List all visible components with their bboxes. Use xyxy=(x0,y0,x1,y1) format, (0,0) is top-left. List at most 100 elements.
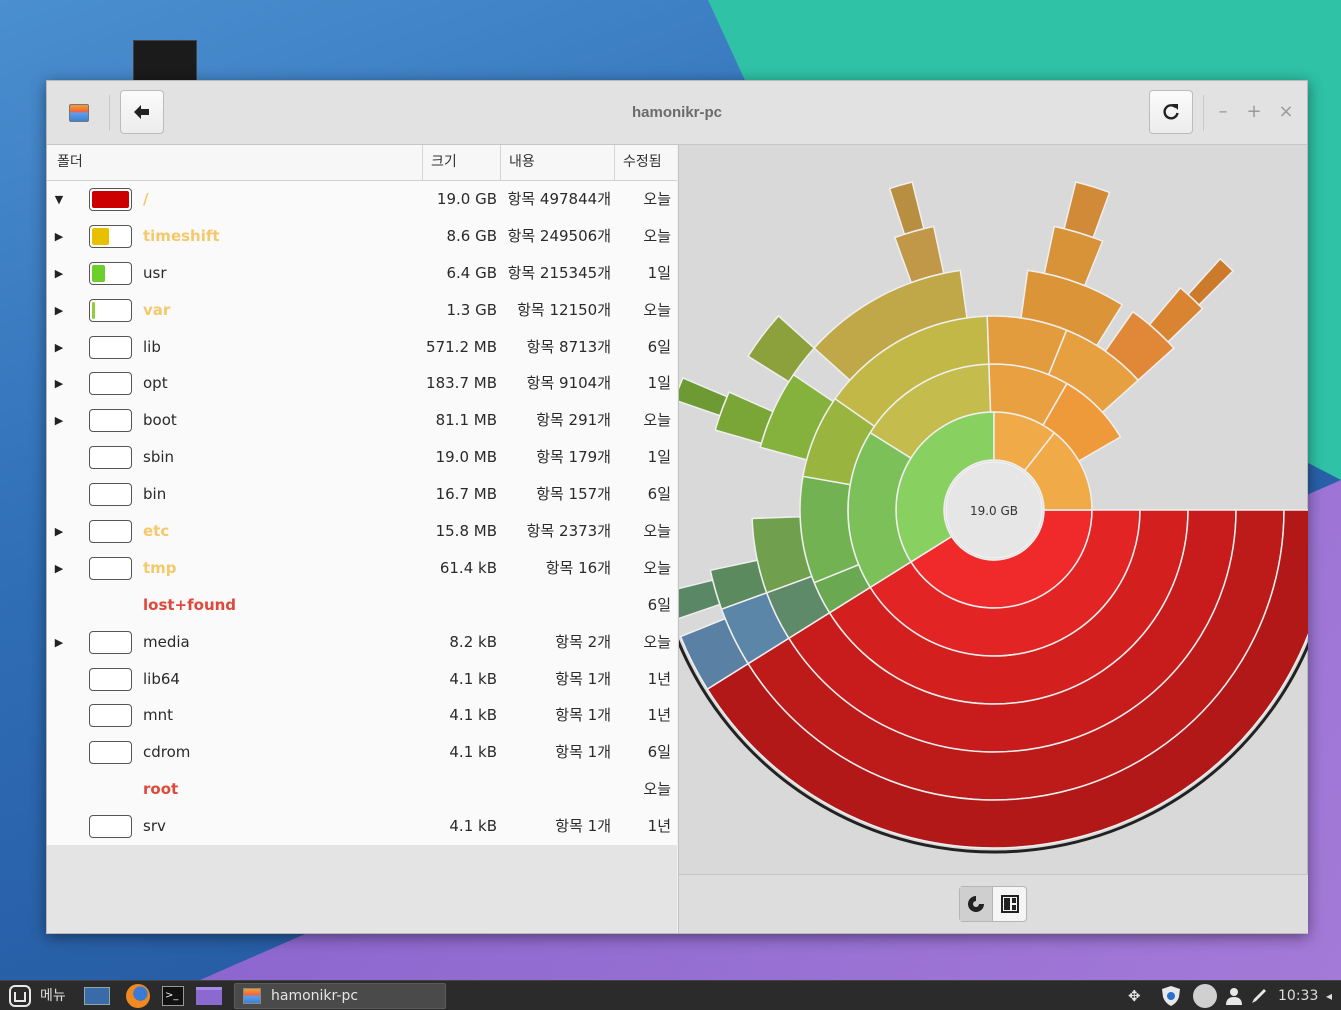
usage-bar xyxy=(89,741,132,765)
refresh-button[interactable] xyxy=(1149,90,1193,134)
folder-name: sbin xyxy=(143,448,175,467)
treemap-chart-button[interactable] xyxy=(993,887,1026,921)
dropbox-icon[interactable]: ✥ xyxy=(1128,981,1148,1010)
folder-modified: 1일 xyxy=(647,263,671,282)
folder-size: 61.4 kB xyxy=(439,558,497,577)
usage-bar xyxy=(89,704,132,728)
maximize-icon[interactable]: + xyxy=(1245,101,1263,122)
expander-right-icon[interactable]: ▶ xyxy=(51,292,67,329)
folder-name: srv xyxy=(143,817,166,836)
ring-segment[interactable] xyxy=(747,314,816,383)
expander-down-icon[interactable]: ▼ xyxy=(51,181,67,218)
tree-row[interactable]: ▶ etc 15.8 MB 항목 2373개 오늘 xyxy=(47,513,677,550)
terminal-icon[interactable]: >_ xyxy=(162,981,190,1010)
tree-row[interactable]: bin 16.7 MB 항목 157개 6일 xyxy=(47,476,677,513)
taskbar: 메뉴 >_ hamonikr-pc ✥ 10:33 ◂ xyxy=(0,980,1341,1010)
expander-right-icon[interactable]: ▶ xyxy=(51,218,67,255)
close-icon[interactable]: × xyxy=(1277,101,1295,122)
folder-name: lost+found xyxy=(143,595,237,614)
ring-segment[interactable] xyxy=(679,376,729,417)
ring-chart[interactable]: 19.0 GB xyxy=(679,145,1308,874)
usage-bar-fill xyxy=(92,191,129,208)
tree-row[interactable]: root 오늘 xyxy=(47,771,677,808)
expander-right-icon[interactable]: ▶ xyxy=(51,513,67,550)
ring-chart-button[interactable] xyxy=(960,887,994,921)
folder-size: 1.3 GB xyxy=(446,300,497,319)
ring-chart-pane: 19.0 GB xyxy=(678,145,1308,933)
menu-icon[interactable] xyxy=(8,981,34,1010)
shield-icon[interactable] xyxy=(1160,981,1186,1010)
usage-bar-fill xyxy=(92,227,109,245)
expander-right-icon[interactable]: ▶ xyxy=(51,365,67,402)
folder-modified: 6일 xyxy=(647,337,671,356)
folder-size: 81.1 MB xyxy=(435,411,497,430)
column-header-size[interactable]: 크기 xyxy=(423,145,501,181)
usage-bar xyxy=(89,483,132,507)
tree-row[interactable]: ▶ lib 571.2 MB 항목 8713개 6일 xyxy=(47,329,677,366)
folder-tree: 폴더 크기 내용 수정됨 ▼/19.0 GB 항목 497844개 오늘 ▶ times… xyxy=(47,145,677,933)
ring-segment[interactable] xyxy=(893,225,945,284)
tree-row[interactable]: lib64 4.1 kB 항목 1개 1년 xyxy=(47,661,677,698)
pen-icon[interactable] xyxy=(1250,981,1268,1010)
folder-name: / xyxy=(143,190,149,208)
disk-usage-window: hamonikr-pc – + × 폴더 크기 내용 수정됨 ▼ / 19.0 GB… xyxy=(46,80,1308,934)
usage-bar xyxy=(89,630,132,654)
folder-name: boot xyxy=(143,411,177,430)
tree-row[interactable]: mnt 4.1 kB 항목 1개 1년 xyxy=(47,697,677,734)
chart-type-switcher xyxy=(959,886,1027,922)
tree-row[interactable]: sbin 19.0 MB 항목 179개 1일 xyxy=(47,439,677,476)
tree-row[interactable]: cdrom 4.1 kB 항목 1개 6일 xyxy=(47,734,677,771)
back-button[interactable] xyxy=(120,90,164,134)
tree-row[interactable]: ▶ usr 6.4 GB 항목 215345개 1일 xyxy=(47,255,677,292)
ring-segment[interactable] xyxy=(888,181,925,236)
folder-modified: 오늘 xyxy=(643,300,671,319)
tree-row[interactable]: ▶ var 1.3 GB 항목 12150개 오늘 xyxy=(47,292,677,329)
folder-item-count: 항목 9104개 xyxy=(526,374,611,393)
expander-right-icon[interactable]: ▶ xyxy=(51,402,67,439)
folder-modified: 오늘 xyxy=(643,780,671,799)
minimize-icon[interactable]: – xyxy=(1214,101,1232,122)
status-circle-icon[interactable] xyxy=(1193,981,1219,1010)
usage-bar xyxy=(89,372,132,396)
folder-name: media xyxy=(143,632,190,651)
tree-row[interactable]: srv 4.1 kB 항목 1개 1년 xyxy=(47,808,677,845)
taskbar-window-label: hamonikr-pc xyxy=(271,988,359,1004)
usage-bar xyxy=(89,520,132,544)
show-desktop-icon[interactable] xyxy=(84,981,112,1010)
tree-row[interactable]: ▶ boot 81.1 MB 항목 291개 오늘 xyxy=(47,402,677,439)
column-header-contents[interactable]: 내용 xyxy=(501,145,615,181)
tree-row[interactable]: ▶ tmp 61.4 kB 항목 16개 오늘 xyxy=(47,550,677,587)
expander-right-icon[interactable]: ▶ xyxy=(51,624,67,661)
folder-modified: 오늘 xyxy=(643,411,671,430)
ring-segment[interactable] xyxy=(1063,181,1111,239)
clock[interactable]: 10:33 xyxy=(1278,981,1318,1010)
folder-modified: 오늘 xyxy=(643,226,671,245)
expander-right-icon[interactable]: ▶ xyxy=(51,329,67,366)
tree-row[interactable]: ▼ / 19.0 GB 항목 497844개 오늘 xyxy=(47,181,677,218)
ring-segment[interactable] xyxy=(679,579,721,620)
column-header-modified[interactable]: 수정됨 xyxy=(615,145,677,181)
folder-name: root xyxy=(143,780,179,799)
ring-segment[interactable] xyxy=(1186,257,1235,306)
desktop-computer-icon[interactable] xyxy=(133,40,197,84)
folder-modified: 1일 xyxy=(647,374,671,393)
folder-size: 4.1 kB xyxy=(449,817,497,836)
files-icon[interactable] xyxy=(196,981,224,1010)
user-icon[interactable] xyxy=(1226,981,1244,1010)
folder-item-count: 항목 157개 xyxy=(536,485,611,504)
volume-icon[interactable]: ◂ xyxy=(1326,981,1338,1010)
expander-right-icon[interactable]: ▶ xyxy=(51,255,67,292)
tree-row[interactable]: ▶ media 8.2 kB 항목 2개 오늘 xyxy=(47,624,677,661)
menu-label[interactable]: 메뉴 xyxy=(40,981,66,1010)
taskbar-window-button[interactable]: hamonikr-pc xyxy=(234,983,446,1009)
expander-right-icon[interactable]: ▶ xyxy=(51,550,67,587)
usage-bar xyxy=(89,298,132,322)
folder-size: 19.0 MB xyxy=(435,448,497,467)
folder-size: 15.8 MB xyxy=(435,522,497,541)
tree-row[interactable]: ▶ opt 183.7 MB 항목 9104개 1일 xyxy=(47,365,677,402)
folder-size: 6.4 GB xyxy=(446,263,497,282)
tree-row[interactable]: ▶ timeshift 8.6 GB 항목 249506개 오늘 xyxy=(47,218,677,255)
firefox-icon[interactable] xyxy=(126,981,154,1010)
column-header-folder[interactable]: 폴더 xyxy=(47,145,423,181)
tree-row[interactable]: lost+found 6일 xyxy=(47,587,677,624)
